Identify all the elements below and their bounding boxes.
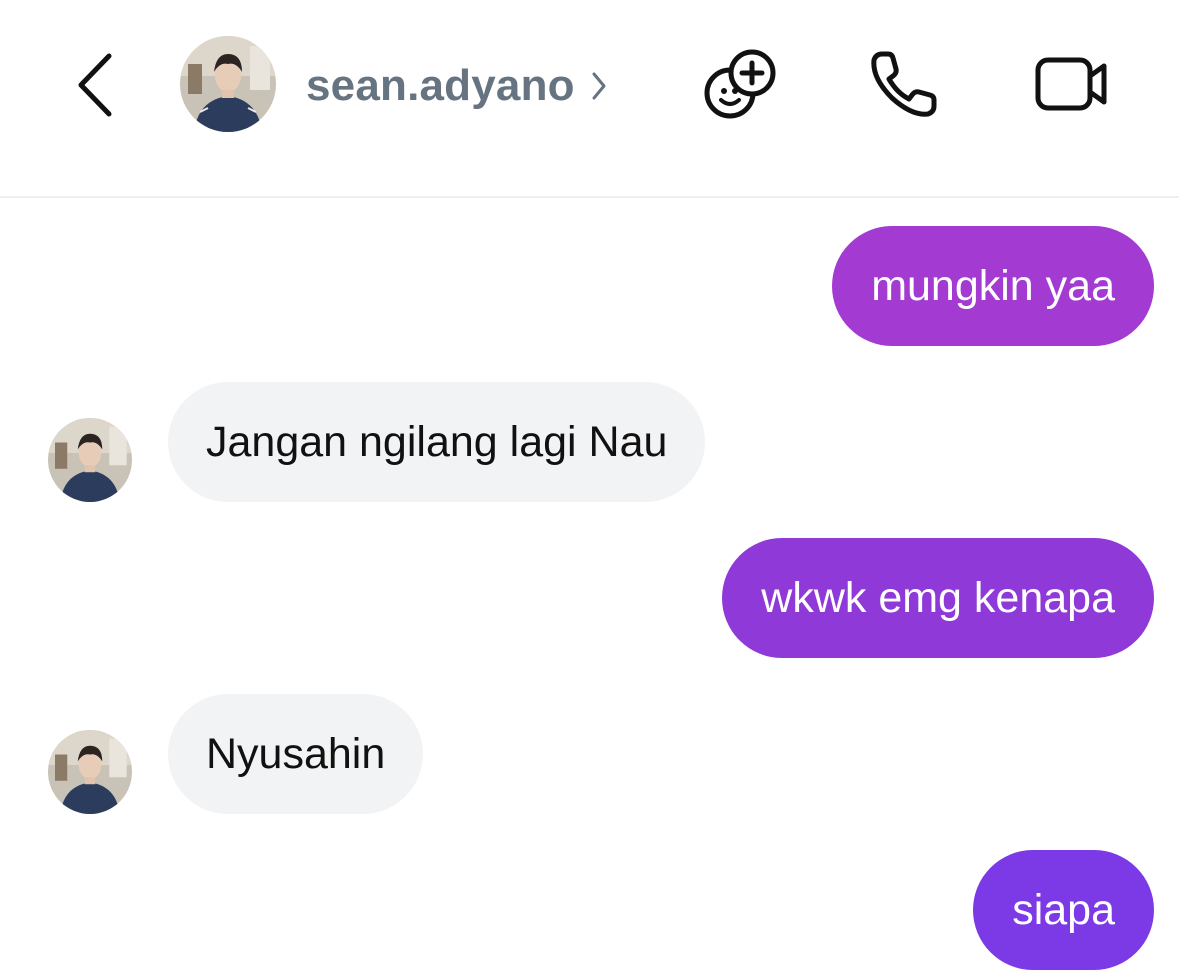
incoming-message[interactable]: Jangan ngilang lagi Nau — [168, 382, 706, 502]
outgoing-message[interactable]: siapa — [973, 850, 1154, 970]
message-text: mungkin yaa — [871, 261, 1115, 310]
contact-name: sean.adyano — [306, 61, 575, 110]
contact-title-button[interactable]: sean.adyano — [306, 56, 607, 116]
video-camera-icon — [1035, 57, 1107, 111]
chat-header: sean.adyano — [0, 0, 1179, 198]
voice-call-button[interactable] — [864, 44, 944, 124]
message-row: mungkin yaa — [0, 226, 1179, 346]
phone-icon — [871, 51, 937, 117]
sender-avatar[interactable] — [48, 418, 132, 502]
sender-avatar[interactable] — [48, 730, 132, 814]
message-text: Jangan ngilang lagi Nau — [206, 417, 668, 466]
message-row: wkwk emg kenapa — [0, 538, 1179, 658]
message-thread: mungkin yaa Jangan ngilang lagi Nau wkwk… — [0, 200, 1179, 978]
contact-avatar[interactable] — [180, 36, 276, 132]
message-text: Nyusahin — [206, 729, 386, 778]
sticker-add-icon — [704, 49, 776, 119]
outgoing-message[interactable]: mungkin yaa — [832, 226, 1154, 346]
message-text: siapa — [1012, 885, 1115, 934]
incoming-message[interactable]: Nyusahin — [168, 694, 424, 814]
message-row: Nyusahin — [0, 694, 1179, 814]
outgoing-message[interactable]: wkwk emg kenapa — [722, 538, 1154, 658]
message-row: siapa — [0, 850, 1179, 970]
back-button[interactable] — [66, 50, 124, 120]
message-text: wkwk emg kenapa — [761, 573, 1115, 622]
message-row: Jangan ngilang lagi Nau — [0, 382, 1179, 502]
video-call-button[interactable] — [1030, 44, 1110, 124]
chevron-right-icon — [591, 71, 607, 101]
chevron-left-icon — [78, 53, 112, 117]
effects-button[interactable] — [700, 44, 780, 124]
